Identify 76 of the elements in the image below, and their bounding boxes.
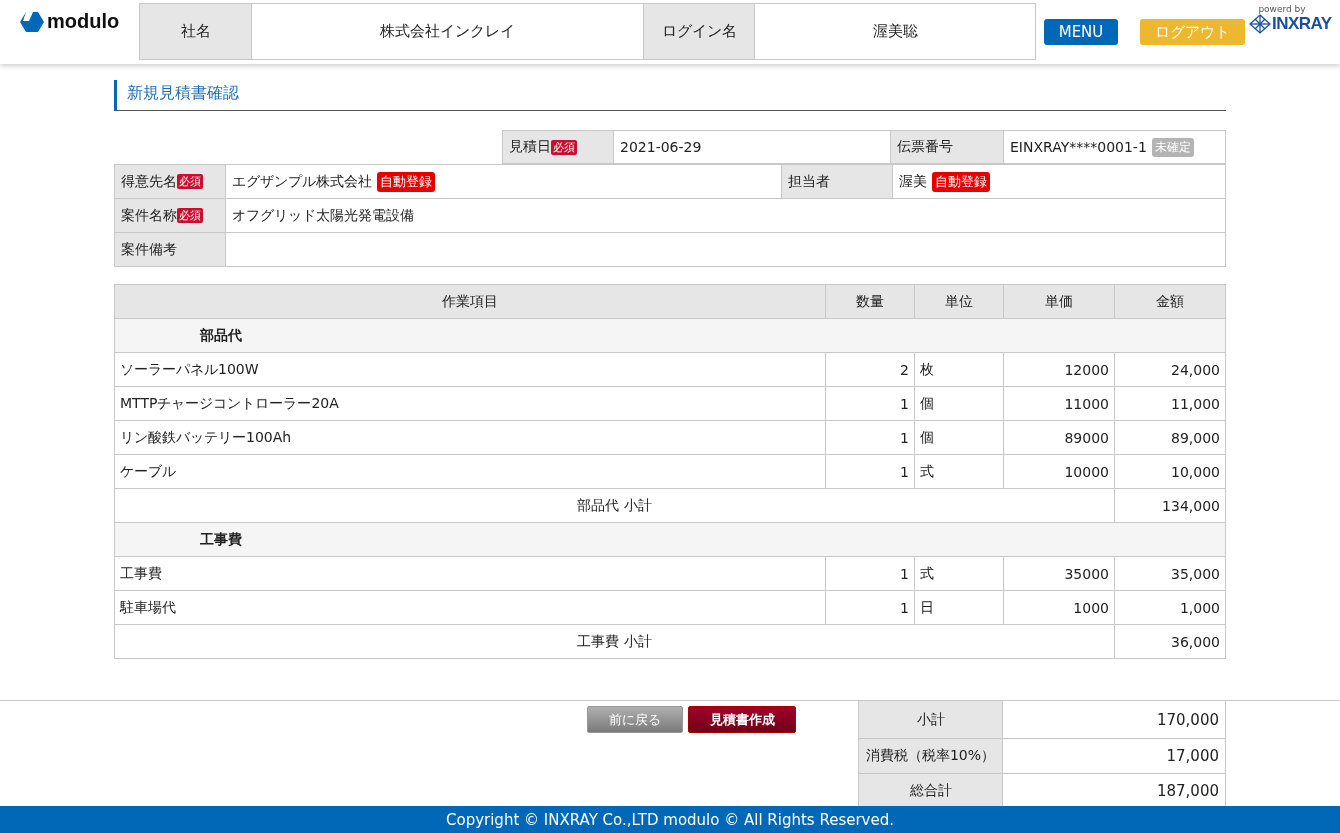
brand-logo-text: INXRAY (1272, 14, 1332, 34)
column-header: 単価 (1003, 284, 1115, 319)
field-value: 2021-06-29 (613, 130, 890, 164)
menu-button[interactable]: MENU (1044, 19, 1118, 45)
field-value: オフグリッド太陽光発電設備 (225, 199, 1226, 233)
login-name: 渥美聡 (871, 21, 919, 42)
table-cell: ソーラーパネル100W (114, 352, 826, 387)
field-value: エグザンプル株式会社 (232, 172, 372, 191)
table-cell: 1 (825, 454, 915, 489)
total-value: 17,000 (1003, 739, 1226, 773)
page-title: 新規見積書確認 (114, 80, 1226, 111)
field-label-text: 案件名称 (121, 206, 177, 225)
field-label: 担当者 (781, 164, 892, 199)
table-cell: 1 (825, 590, 915, 625)
column-header: 数量 (825, 284, 915, 319)
table-cell: 89000 (1003, 420, 1115, 455)
field-value: EINXRAY****0001-1 (1010, 139, 1147, 155)
total-label: 総合計 (858, 774, 1003, 808)
field-label-text: 見積日 (509, 138, 551, 156)
table-cell: 式 (914, 556, 1004, 591)
total-label: 消費税（税率10%） (858, 739, 1003, 773)
auto-register-badge: 自動登録 (377, 171, 435, 192)
table-cell: 個 (914, 386, 1004, 421)
powered-by-text: powerd by (1258, 4, 1306, 14)
table-cell: 10,000 (1114, 454, 1226, 489)
back-button[interactable]: 前に戻る (587, 706, 683, 733)
table-cell: MTTPチャージコントローラー20A (114, 386, 826, 421)
table-cell: 35,000 (1114, 556, 1226, 591)
total-value: 170,000 (1003, 701, 1226, 738)
table-cell: 1,000 (1114, 590, 1226, 625)
table-cell: リン酸鉄バッテリー100Ah (114, 420, 826, 455)
footer: Copyright © INXRAY Co.,LTD modulo © All Rights Reserved. (0, 806, 1340, 833)
field-value: 渥美 (899, 172, 927, 191)
subtotal-cell: 36,000 (1114, 624, 1226, 659)
login-label: ログイン名 (644, 4, 755, 59)
table-cell: 1000 (1003, 590, 1115, 625)
table-cell: 式 (914, 454, 1004, 489)
table-cell: 11,000 (1114, 386, 1226, 421)
auto-register-badge: 自動登録 (932, 171, 990, 192)
table-cell: 個 (914, 420, 1004, 455)
create-estimate-button[interactable]: 見積書作成 (688, 706, 796, 733)
table-cell: 10000 (1003, 454, 1115, 489)
column-header: 単位 (914, 284, 1004, 319)
required-badge: 必須 (177, 174, 203, 189)
column-header: 金額 (1114, 284, 1226, 319)
status-badge: 未確定 (1151, 137, 1194, 157)
table-cell: 35000 (1003, 556, 1115, 591)
table-cell: 89,000 (1114, 420, 1226, 455)
group-header: 部品代 (114, 318, 1226, 353)
logo-text: modulo (47, 10, 120, 33)
column-header: 作業項目 (114, 284, 826, 319)
subtotal-label: 工事費 小計 (114, 624, 1115, 659)
field-label: 案件備考 (114, 233, 225, 267)
table-cell: 2 (825, 352, 915, 387)
subtotal-label: 部品代 小計 (114, 488, 1115, 523)
table-cell: 枚 (914, 352, 1004, 387)
required-badge: 必須 (551, 139, 577, 155)
table-cell: 工事費 (114, 556, 826, 591)
company-label: 社名 (140, 4, 252, 59)
table-cell: 1 (825, 556, 915, 591)
total-label: 小計 (858, 701, 1003, 738)
table-cell: 11000 (1003, 386, 1115, 421)
table-cell: ケーブル (114, 454, 826, 489)
table-cell: 12000 (1003, 352, 1115, 387)
table-cell: 24,000 (1114, 352, 1226, 387)
table-cell: 日 (914, 590, 1004, 625)
subtotal-cell: 134,000 (1114, 488, 1226, 523)
required-badge: 必須 (177, 208, 203, 223)
lattice-logo-icon (1249, 14, 1271, 34)
field-label-text: 得意先名 (121, 172, 177, 191)
table-cell: 1 (825, 420, 915, 455)
hexagon-logo-icon (20, 10, 44, 33)
field-label: 伝票番号 (890, 130, 1003, 164)
table-cell: 1 (825, 386, 915, 421)
table-cell: 駐車場代 (114, 590, 826, 625)
group-header: 工事費 (114, 522, 1226, 557)
